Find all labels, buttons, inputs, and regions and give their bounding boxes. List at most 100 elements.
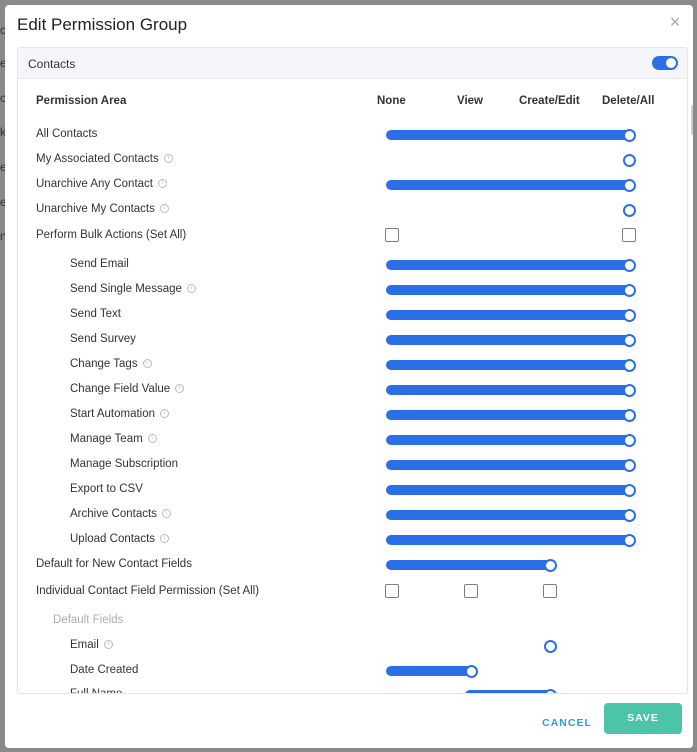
permission-row-label: Default Fields [53, 614, 123, 626]
permission-row-label: Change Tags i [70, 358, 152, 370]
set-all-checkbox[interactable] [543, 584, 557, 598]
info-icon[interactable]: i [159, 204, 169, 214]
permission-slider-track[interactable] [386, 435, 635, 445]
permission-label-text: Change Tags [70, 358, 138, 370]
permission-slider-knob[interactable] [623, 484, 636, 497]
set-all-checkbox[interactable] [622, 228, 636, 242]
permission-slider-knob[interactable] [623, 129, 636, 142]
permission-slider-knob[interactable] [623, 509, 636, 522]
permission-row-label: Date Created [70, 664, 138, 676]
cancel-button[interactable]: CANCEL [537, 713, 597, 733]
permission-row-label: Send Text [70, 308, 121, 320]
save-button[interactable]: SAVE [604, 703, 682, 734]
permission-slider-track[interactable] [386, 385, 635, 395]
permission-label-text: Send Survey [70, 333, 136, 345]
column-header-create-edit: Create/Edit [519, 95, 580, 107]
permission-row-label: Full Name [70, 688, 123, 694]
permission-slider-knob[interactable] [623, 359, 636, 372]
info-icon[interactable]: i [103, 640, 113, 650]
permission-row-label: My Associated Contacts i [36, 153, 173, 165]
permission-slider-knob[interactable] [623, 204, 636, 217]
permission-label-text: Perform Bulk Actions (Set All) [36, 229, 187, 241]
permission-label-text: Manage Team [70, 433, 143, 445]
scrollbar[interactable] [691, 105, 693, 135]
permission-slider-knob[interactable] [544, 559, 557, 572]
info-icon[interactable]: i [147, 434, 157, 444]
info-icon[interactable]: i [142, 359, 152, 369]
permission-row-label: Change Field Value i [70, 383, 185, 395]
permission-label-text: Full Name [70, 688, 123, 694]
modal-footer: CANCEL SAVE [5, 695, 693, 748]
permission-slider-knob[interactable] [623, 179, 636, 192]
permission-slider-knob[interactable] [623, 534, 636, 547]
permission-label-text: Archive Contacts [70, 508, 157, 520]
info-icon[interactable]: i [175, 384, 185, 394]
permission-row-label: Send Email [70, 258, 129, 270]
permission-row-label: Archive Contacts i [70, 508, 171, 520]
permission-slider-track[interactable] [386, 130, 635, 140]
permission-slider-track[interactable] [386, 285, 635, 295]
info-icon[interactable]: i [186, 284, 196, 294]
permission-slider-knob[interactable] [623, 309, 636, 322]
set-all-checkbox[interactable] [385, 228, 399, 242]
permission-label-text: Export to CSV [70, 483, 143, 495]
permission-slider-track[interactable] [386, 335, 635, 345]
permission-label-text: Change Field Value [70, 383, 171, 395]
permission-row-label: Email i [70, 639, 113, 651]
permission-row-label: Manage Team i [70, 433, 157, 445]
permission-slider-knob[interactable] [623, 384, 636, 397]
permission-row-label: All Contacts [36, 128, 97, 140]
permission-slider-knob[interactable] [544, 640, 557, 653]
permission-row-label: Default for New Contact Fields [36, 558, 192, 570]
permission-label-text: Unarchive Any Contact [36, 178, 153, 190]
permission-slider-knob[interactable] [623, 409, 636, 422]
info-icon[interactable]: i [160, 534, 170, 544]
set-all-checkbox[interactable] [464, 584, 478, 598]
column-header-view: View [457, 95, 483, 107]
permission-slider-track[interactable] [465, 690, 556, 693]
permission-slider-knob[interactable] [623, 434, 636, 447]
permission-slider-track[interactable] [386, 535, 635, 545]
permission-label-text: Send Single Message [70, 283, 182, 295]
info-icon[interactable]: i [157, 179, 167, 189]
column-header-permission-area: Permission Area [36, 95, 127, 107]
permission-slider-knob[interactable] [465, 665, 478, 678]
permission-slider-knob[interactable] [623, 154, 636, 167]
permission-slider-track[interactable] [386, 410, 635, 420]
permission-label-text: Start Automation [70, 408, 156, 420]
info-icon[interactable]: i [160, 409, 170, 419]
column-header-none: None [377, 95, 406, 107]
permission-row-label: Perform Bulk Actions (Set All) [36, 229, 186, 241]
permission-slider-knob[interactable] [623, 459, 636, 472]
permission-row-label: Send Survey [70, 333, 136, 345]
permission-row-label: Individual Contact Field Permission (Set… [36, 585, 259, 597]
info-icon[interactable]: i [161, 509, 171, 519]
section-toggle[interactable] [652, 56, 678, 70]
permission-slider-track[interactable] [386, 180, 635, 190]
section-header: Contacts [18, 48, 687, 79]
permission-label-text: My Associated Contacts [36, 153, 159, 165]
permission-slider-track[interactable] [386, 560, 556, 570]
info-icon[interactable]: i [163, 154, 173, 164]
permission-slider-track[interactable] [386, 460, 635, 470]
permission-label-text: Email [70, 639, 99, 651]
permission-slider-track[interactable] [386, 485, 635, 495]
permission-slider-knob[interactable] [623, 284, 636, 297]
edit-permission-group-modal: Edit Permission Group × Contacts Permiss… [5, 5, 693, 748]
permission-slider-track[interactable] [386, 310, 635, 320]
permission-slider-track[interactable] [386, 666, 477, 676]
permission-slider-knob[interactable] [623, 259, 636, 272]
section-title: Contacts [28, 57, 76, 71]
permission-slider-track[interactable] [386, 360, 635, 370]
permission-slider-track[interactable] [386, 510, 635, 520]
permission-row-label: Start Automation i [70, 408, 170, 420]
permission-slider-track[interactable] [386, 260, 635, 270]
permission-label-text: Send Email [70, 258, 129, 270]
permission-label-text: Upload Contacts [70, 533, 156, 545]
close-icon[interactable]: × [667, 13, 683, 31]
permission-slider-knob[interactable] [623, 334, 636, 347]
column-header-delete-all: Delete/All [602, 95, 655, 107]
permission-row-label: Manage Subscription [70, 458, 178, 470]
permission-slider-knob[interactable] [544, 689, 557, 693]
set-all-checkbox[interactable] [385, 584, 399, 598]
